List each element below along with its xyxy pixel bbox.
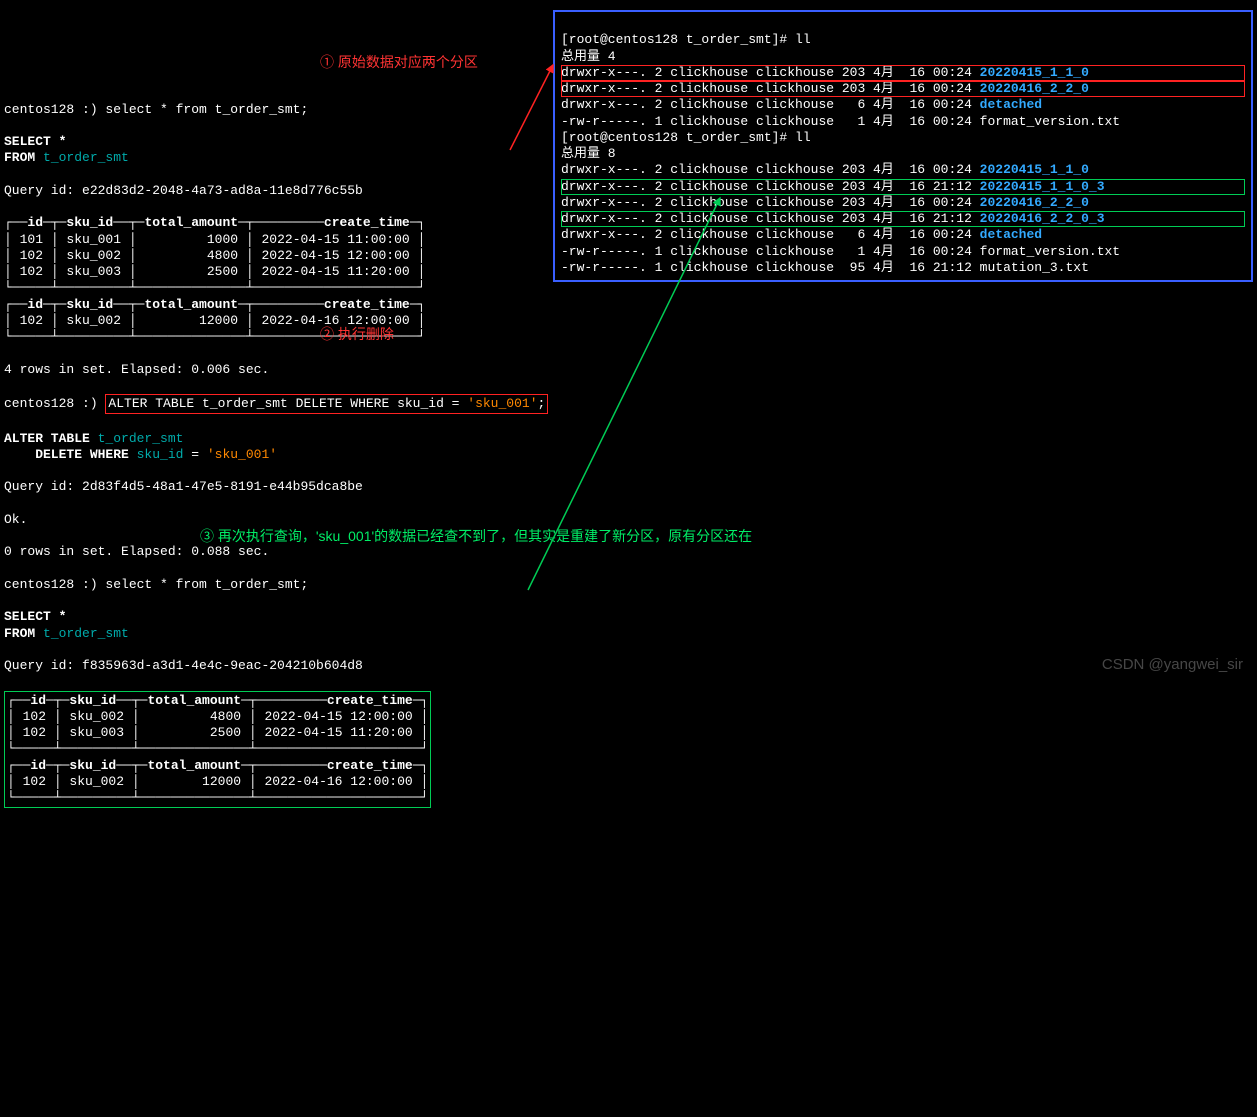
ls-row: drwxr-x---. 2 clickhouse clickhouse 203 … <box>561 195 1245 211</box>
sql-keyword: FROM <box>4 626 43 641</box>
prompt: centos128 :) <box>4 396 105 411</box>
ls-filename: 20220415_1_1_0_3 <box>980 179 1105 194</box>
ls-filename: 20220415_1_1_0 <box>980 162 1089 177</box>
rows-message: 0 rows in set. Elapsed: 0.088 sec. <box>4 544 269 559</box>
ls-perm: drwxr-x---. 2 clickhouse clickhouse 203 … <box>561 162 980 177</box>
ls-row: -rw-r-----. 1 clickhouse clickhouse 95 4… <box>561 260 1245 276</box>
ls-row: drwxr-x---. 2 clickhouse clickhouse 203 … <box>561 162 1245 178</box>
command-text: select * from t_order_smt; <box>105 577 308 592</box>
ls-filename: mutation_3.txt <box>980 260 1089 275</box>
ls-filename: 20220416_2_2_0 <box>980 81 1089 96</box>
query-id-label: Query id: <box>4 183 82 198</box>
result-table-2-highlight: ┌──id─┬─sku_id──┬─total_amount─┬────────… <box>4 691 431 809</box>
ls-perm: drwxr-x---. 2 clickhouse clickhouse 203 … <box>561 211 980 226</box>
query-id-label: Query id: <box>4 658 82 673</box>
ls-filename: 20220416_2_2_0 <box>980 195 1089 210</box>
total-line: 总用量 8 <box>561 146 616 161</box>
ls-perm: drwxr-x---. 2 clickhouse clickhouse 203 … <box>561 179 980 194</box>
watermark: CSDN @yangwei_sir <box>1102 656 1243 675</box>
query-id-label: Query id: <box>4 479 82 494</box>
ls-perm: -rw-r-----. 1 clickhouse clickhouse 1 4月… <box>561 114 980 129</box>
shell-prompt: [root@centos128 t_order_smt]# <box>561 130 795 145</box>
annotation-1: ① 原始数据对应两个分区 <box>320 54 478 72</box>
table-name: t_order_smt <box>98 431 184 446</box>
annotation-2: ② 执行删除 <box>320 326 394 344</box>
sql-keyword: SELECT * <box>4 609 66 624</box>
ls-perm: drwxr-x---. 2 clickhouse clickhouse 203 … <box>561 65 980 80</box>
column-name: sku_id <box>137 447 184 462</box>
ls-row: drwxr-x---. 2 clickhouse clickhouse 6 4月… <box>561 97 1245 113</box>
ls-row: -rw-r-----. 1 clickhouse clickhouse 1 4月… <box>561 244 1245 260</box>
alter-command-highlight: ALTER TABLE t_order_smt DELETE WHERE sku… <box>105 394 548 414</box>
query-id: f835963d-a3d1-4e4c-9eac-204210b604d8 <box>82 658 363 673</box>
rows-message: 4 rows in set. Elapsed: 0.006 sec. <box>4 362 269 377</box>
ls-filename: 20220416_2_2_0_3 <box>980 211 1105 226</box>
table-name: t_order_smt <box>43 626 129 641</box>
ls-row: drwxr-x---. 2 clickhouse clickhouse 203 … <box>561 81 1245 97</box>
ls-perm: drwxr-x---. 2 clickhouse clickhouse 203 … <box>561 195 980 210</box>
query-id: 2d83f4d5-48a1-47e5-8191-e44b95dca8be <box>82 479 363 494</box>
sql-keyword: FROM <box>4 150 43 165</box>
ls-row: drwxr-x---. 2 clickhouse clickhouse 6 4月… <box>561 227 1245 243</box>
ls-row: drwxr-x---. 2 clickhouse clickhouse 203 … <box>561 211 1245 227</box>
ls-filename: detached <box>980 227 1042 242</box>
shell-cmd: ll <box>795 32 811 47</box>
sql-keyword: SELECT * <box>4 134 66 149</box>
ls-perm: -rw-r-----. 1 clickhouse clickhouse 1 4月… <box>561 244 980 259</box>
ls-row: drwxr-x---. 2 clickhouse clickhouse 203 … <box>561 179 1245 195</box>
ls-filename: detached <box>980 97 1042 112</box>
shell-panel: [root@centos128 t_order_smt]# ll 总用量 4 d… <box>553 10 1253 282</box>
total-line: 总用量 4 <box>561 49 616 64</box>
table-name: t_order_smt <box>43 150 129 165</box>
ls-perm: drwxr-x---. 2 clickhouse clickhouse 203 … <box>561 81 980 96</box>
query-id: e22d83d2-2048-4a73-ad8a-11e8d776c55b <box>82 183 363 198</box>
sql-keyword: DELETE WHERE <box>4 447 137 462</box>
shell-cmd: ll <box>795 130 811 145</box>
prompt: centos128 :) <box>4 102 105 117</box>
ls-row: drwxr-x---. 2 clickhouse clickhouse 203 … <box>561 65 1245 81</box>
ls-perm: drwxr-x---. 2 clickhouse clickhouse 6 4月… <box>561 227 980 242</box>
shell-prompt: [root@centos128 t_order_smt]# <box>561 32 795 47</box>
ls-listing-1: drwxr-x---. 2 clickhouse clickhouse 203 … <box>561 65 1245 130</box>
ls-filename: format_version.txt <box>980 244 1120 259</box>
ls-filename: format_version.txt <box>980 114 1120 129</box>
annotation-3: ③ 再次执行查询，'sku_001'的数据已经查不到了，但其实是重建了新分区，原… <box>200 528 752 546</box>
ls-row: -rw-r-----. 1 clickhouse clickhouse 1 4月… <box>561 114 1245 130</box>
command-text: select * from t_order_smt; <box>105 102 308 117</box>
ls-perm: -rw-r-----. 1 clickhouse clickhouse 95 4… <box>561 260 980 275</box>
prompt: centos128 :) <box>4 577 105 592</box>
ls-filename: 20220415_1_1_0 <box>980 65 1089 80</box>
sql-keyword: ALTER TABLE <box>4 431 98 446</box>
ls-perm: drwxr-x---. 2 clickhouse clickhouse 6 4月… <box>561 97 980 112</box>
string-literal: 'sku_001' <box>207 447 277 462</box>
ls-listing-2: drwxr-x---. 2 clickhouse clickhouse 203 … <box>561 162 1245 276</box>
ok-message: Ok. <box>4 512 27 527</box>
